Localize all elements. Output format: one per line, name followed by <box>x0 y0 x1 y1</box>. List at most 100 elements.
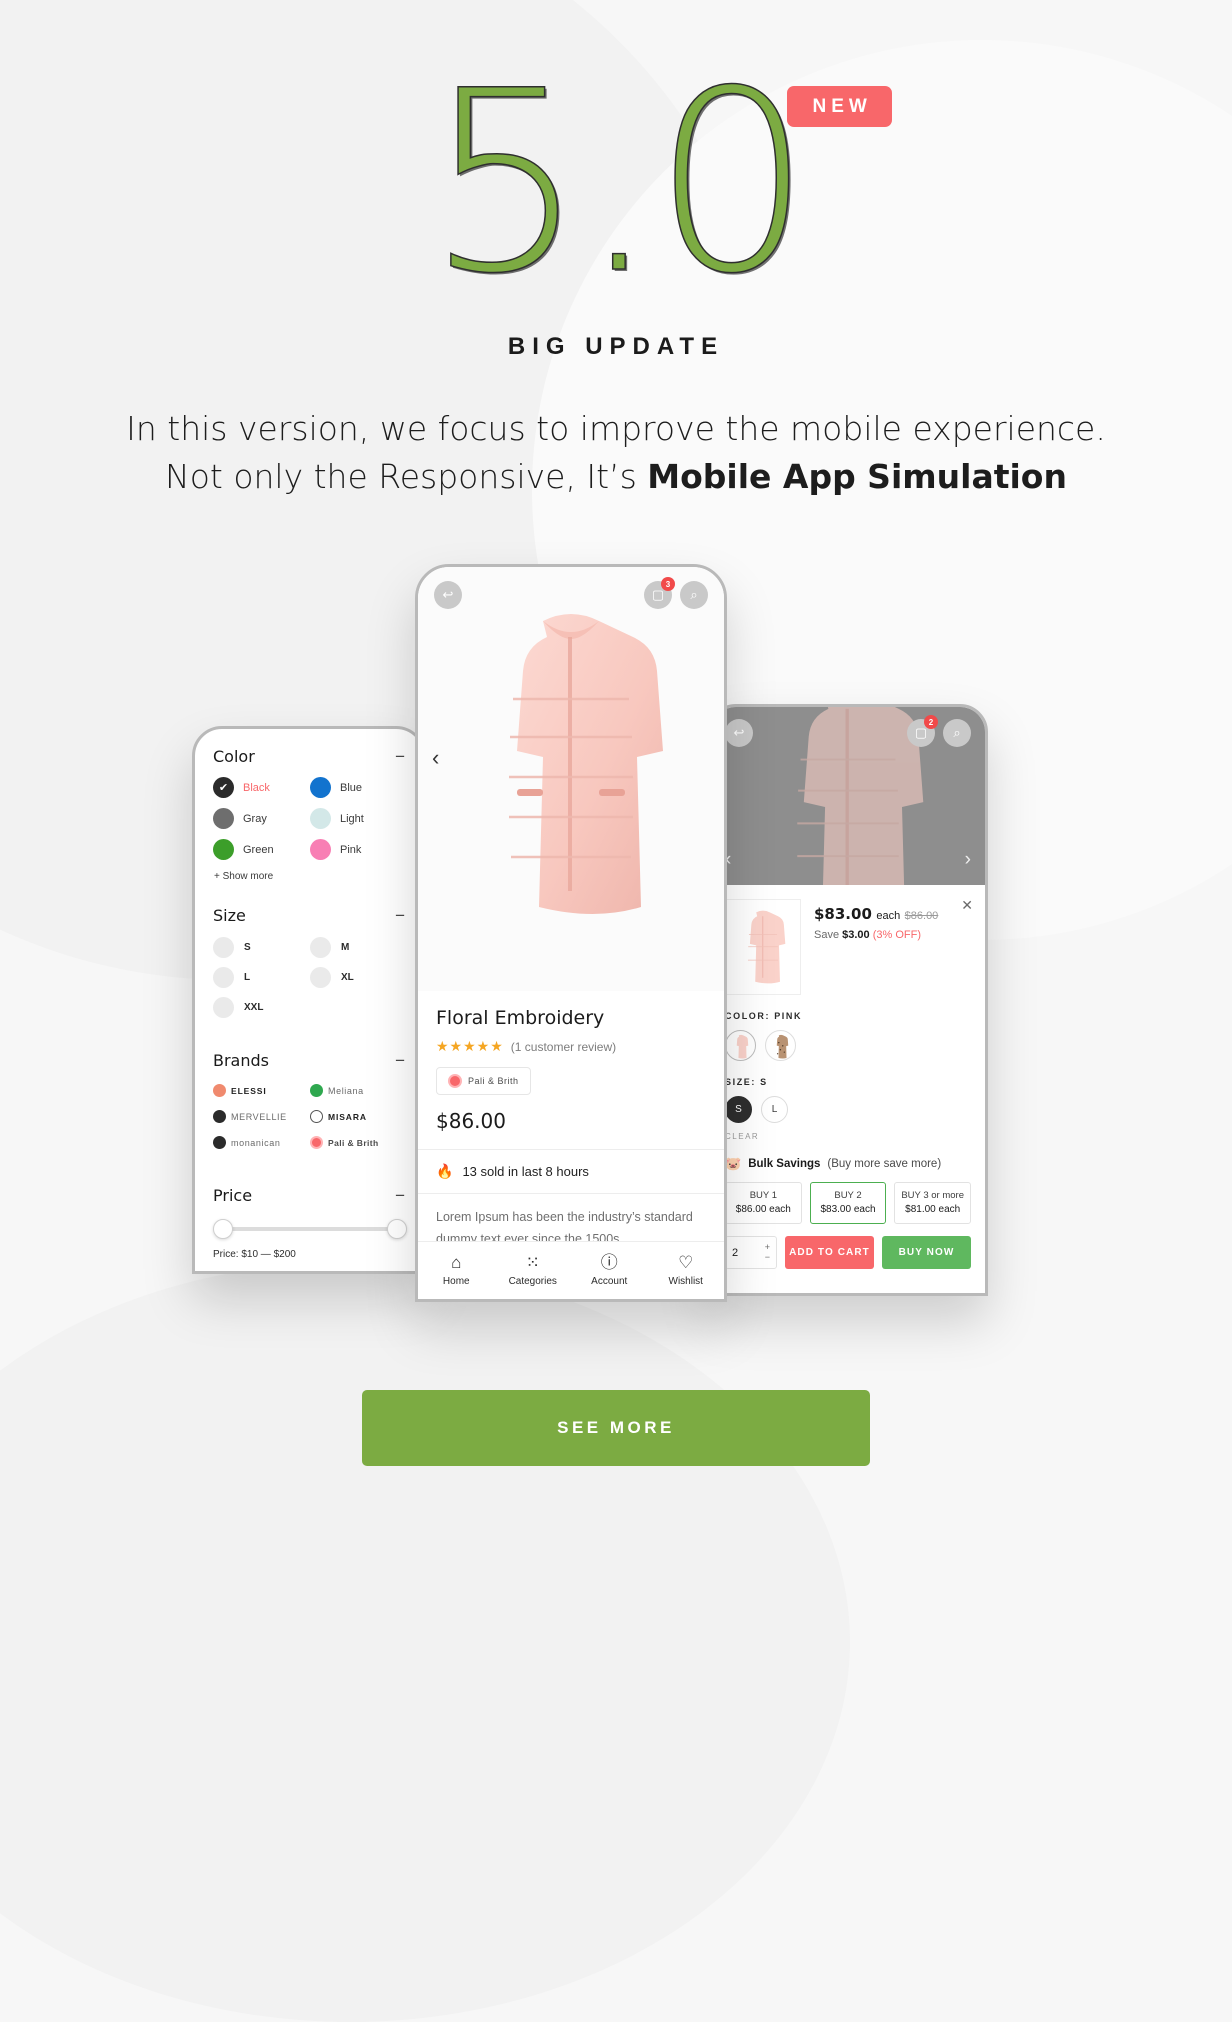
brand-item[interactable]: MERVELLIE <box>213 1110 310 1123</box>
size-radio[interactable] <box>213 967 234 988</box>
nav-item-wishlist[interactable]: ♡ Wishlist <box>648 1254 725 1287</box>
nav-label: Wishlist <box>668 1276 703 1287</box>
price-range-slider[interactable] <box>213 1219 407 1239</box>
size-filter-header[interactable]: Size − <box>213 906 407 925</box>
user-icon: ⓘ <box>600 1253 618 1272</box>
size-radio[interactable] <box>213 937 234 958</box>
size-radio[interactable] <box>213 997 234 1018</box>
color-dot-gray[interactable] <box>213 808 234 829</box>
color-dot-pink[interactable] <box>310 839 331 860</box>
back-icon[interactable]: ↩ <box>434 581 462 609</box>
brand-chip[interactable]: Pali & Brith <box>436 1067 531 1095</box>
color-dot-light[interactable] <box>310 808 331 829</box>
show-more-colors-link[interactable]: + Show more <box>214 871 407 882</box>
color-dot-blue[interactable] <box>310 777 331 798</box>
color-swatch-item[interactable]: Light <box>310 808 407 829</box>
hero-subtitle: BIG UPDATE <box>507 332 725 360</box>
original-price: $86.00 <box>904 910 939 922</box>
filter-phone: Color − ✔ Black Blue Gray Light Green Pi… <box>192 726 426 1274</box>
color-dot-green[interactable] <box>213 839 234 860</box>
size-radio[interactable] <box>310 937 331 958</box>
product-image <box>473 603 669 933</box>
bulk-tier-1[interactable]: BUY 1 $86.00 each <box>725 1182 802 1224</box>
cart-icon[interactable]: ▢ 3 <box>644 577 675 609</box>
brand-item[interactable]: ELESSI <box>213 1084 310 1097</box>
quickview-actions: 2 + − ADD TO CART BUY NOW <box>725 1236 971 1283</box>
price-filter-header[interactable]: Price − <box>213 1186 407 1205</box>
nav-item-categories[interactable]: ⁙ Categories <box>495 1254 572 1287</box>
brand-logo-icon <box>213 1110 226 1123</box>
size-option[interactable]: M <box>310 937 407 958</box>
slider-knob-max[interactable] <box>387 1219 407 1239</box>
nav-item-home[interactable]: ⌂ Home <box>418 1254 495 1287</box>
brand-name: MERVELLIE <box>231 1111 287 1122</box>
brands-filter-section: Brands − ELESSI Meliana MERVELLIE MISARA… <box>213 1051 407 1162</box>
bulk-tier-3[interactable]: BUY 3 or more $81.00 each <box>894 1182 972 1224</box>
quantity-decrease-icon[interactable]: − <box>765 1252 770 1263</box>
color-dot-black[interactable]: ✔ <box>213 777 234 798</box>
color-swatch-pink[interactable] <box>725 1030 756 1061</box>
home-icon: ⌂ <box>451 1253 462 1272</box>
quickview-top-bar: ↩ ▢ 2 ⌕ <box>711 715 985 747</box>
size-option[interactable]: XL <box>310 967 407 988</box>
check-icon: ✔ <box>218 782 229 794</box>
color-selection-label: COLOR: PINK <box>725 1011 803 1021</box>
brand-item[interactable]: monanican <box>213 1136 310 1149</box>
close-icon[interactable]: ✕ <box>961 897 973 914</box>
bulk-savings-header: 🐷 Bulk Savings (Buy more save more) <box>725 1156 971 1172</box>
color-swatch-row <box>725 1030 971 1061</box>
brands-filter-title: Brands <box>213 1051 269 1070</box>
add-to-cart-button[interactable]: ADD TO CART <box>785 1236 874 1269</box>
quantity-stepper[interactable]: 2 + − <box>725 1236 777 1269</box>
slider-knob-min[interactable] <box>213 1219 233 1239</box>
color-swatch-item[interactable]: Green <box>213 839 310 860</box>
brand-item[interactable]: Meliana <box>310 1084 407 1097</box>
color-swatch-leopard[interactable] <box>765 1030 796 1061</box>
collapse-minus-icon[interactable]: − <box>395 1187 407 1204</box>
cart-icon[interactable]: ▢ 2 <box>907 715 938 747</box>
quickview-sheet: ✕ $83.00 each $86.00 Save $3.00 (3% OFF)… <box>711 885 985 1283</box>
color-swatch-item[interactable]: ✔ Black <box>213 777 310 798</box>
bulk-tier-2[interactable]: BUY 2 $83.00 each <box>809 1182 887 1224</box>
size-option[interactable]: XXL <box>213 997 310 1018</box>
collapse-minus-icon[interactable]: − <box>395 907 407 924</box>
cart-glyph: ▢ <box>651 587 665 602</box>
size-option[interactable]: S <box>213 937 310 958</box>
gallery-prev-icon[interactable]: ‹ <box>432 745 439 771</box>
jacket-illustration <box>509 614 663 914</box>
size-radio[interactable] <box>310 967 331 988</box>
bottom-nav: ⌂ Home ⁙ Categories ⓘ Account ♡ Wishlist <box>418 1241 724 1299</box>
hero-next-icon[interactable]: › <box>965 849 971 871</box>
color-swatch-item[interactable]: Pink <box>310 839 407 860</box>
see-more-button[interactable]: SEE MORE <box>362 1390 870 1466</box>
size-selection-row: S L <box>725 1096 971 1123</box>
color-swatch-item[interactable]: Gray <box>213 808 310 829</box>
brand-item[interactable]: Pali & Brith <box>310 1136 407 1149</box>
color-swatch-item[interactable]: Blue <box>310 777 407 798</box>
brand-name: Meliana <box>328 1085 364 1096</box>
product-rating: ★★★★★ (1 customer review) <box>436 1038 706 1055</box>
quickview-pricing: $83.00 each $86.00 Save $3.00 (3% OFF) <box>814 899 938 995</box>
size-label: XXL <box>244 1002 264 1013</box>
size-option-s[interactable]: S <box>725 1096 752 1123</box>
product-thumbnail[interactable] <box>725 899 801 995</box>
product-info: Floral Embroidery ★★★★★ (1 customer revi… <box>418 991 724 1251</box>
size-option-grid: S M L XL XXL <box>213 937 407 1027</box>
size-option[interactable]: L <box>213 967 310 988</box>
brand-item[interactable]: MISARA <box>310 1110 407 1123</box>
brand-name: monanican <box>231 1137 281 1148</box>
review-count-label[interactable]: (1 customer review) <box>511 1040 616 1054</box>
size-option-l[interactable]: L <box>761 1096 788 1123</box>
search-icon[interactable]: ⌕ <box>943 719 971 747</box>
color-filter-header[interactable]: Color − <box>213 747 407 766</box>
save-percent: (3% OFF) <box>872 929 922 941</box>
clear-selection-link[interactable]: CLEAR <box>725 1132 971 1141</box>
quantity-controls[interactable]: + − <box>765 1242 770 1263</box>
brands-filter-header[interactable]: Brands − <box>213 1051 407 1070</box>
collapse-minus-icon[interactable]: − <box>395 1052 407 1069</box>
collapse-minus-icon[interactable]: − <box>395 748 407 765</box>
nav-item-account[interactable]: ⓘ Account <box>571 1254 648 1287</box>
back-icon[interactable]: ↩ <box>725 719 753 747</box>
search-icon[interactable]: ⌕ <box>680 581 708 609</box>
buy-now-button[interactable]: BUY NOW <box>882 1236 971 1269</box>
